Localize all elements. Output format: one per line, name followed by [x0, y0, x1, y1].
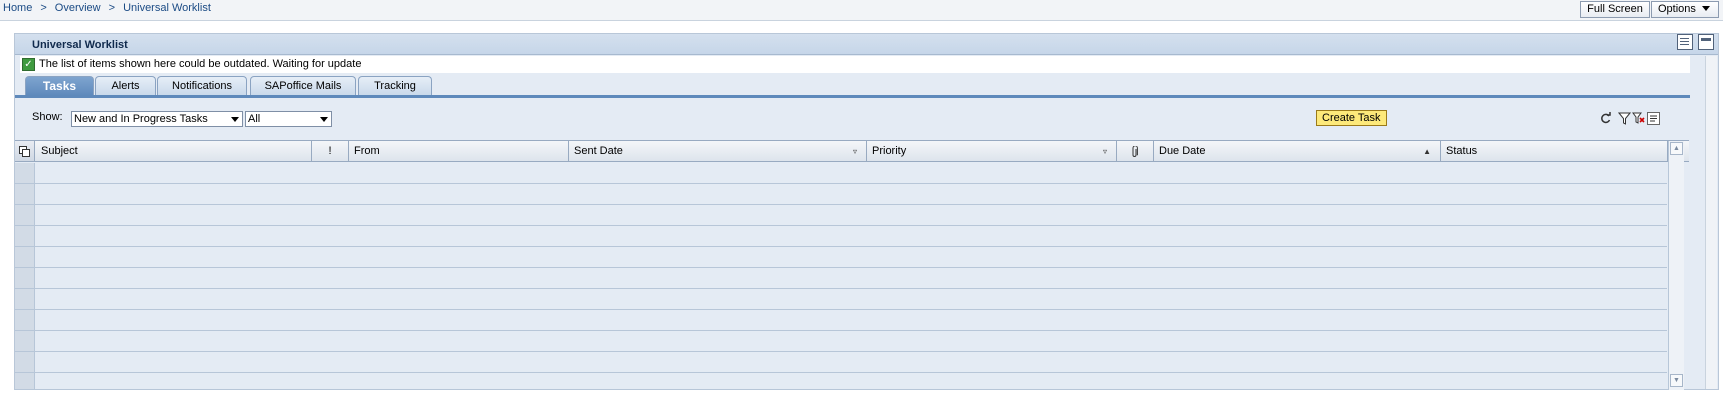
- table-row[interactable]: [15, 373, 1667, 390]
- options-button[interactable]: Options: [1651, 1, 1719, 18]
- table-header: Subject ! From Sent Date ▿ Priority ▿ Due …: [15, 141, 1689, 162]
- breadcrumb: Home > Overview > Universal Worklist: [3, 2, 211, 14]
- column-label: Sent Date: [574, 145, 623, 157]
- settings-icon[interactable]: [1647, 112, 1660, 125]
- column-header-importance[interactable]: !: [312, 141, 349, 161]
- table-row[interactable]: [15, 352, 1667, 373]
- options-label: Options: [1658, 3, 1696, 15]
- column-header-from[interactable]: From: [349, 141, 569, 161]
- column-label: From: [354, 145, 380, 157]
- column-label: Subject: [41, 145, 78, 157]
- row-selector[interactable]: [15, 268, 35, 288]
- row-selector[interactable]: [15, 226, 35, 246]
- column-filter-icon[interactable]: ▿: [1103, 148, 1107, 156]
- tab-tasks[interactable]: Tasks: [25, 76, 94, 96]
- sort-ascending-icon[interactable]: ▲: [1423, 148, 1431, 156]
- scope-value: All: [248, 113, 261, 125]
- scope-select[interactable]: All: [245, 111, 332, 127]
- breadcrumb-separator: >: [108, 2, 116, 14]
- table-row[interactable]: [15, 163, 1667, 184]
- outdated-notice-text: The list of items shown here could be ou…: [39, 58, 362, 70]
- table-row[interactable]: [15, 310, 1667, 331]
- outdated-notice: ✓ The list of items shown here could be …: [20, 56, 1690, 73]
- breadcrumb-home[interactable]: Home: [3, 2, 32, 14]
- worklist-toolbar: Show: New and In Progress Tasks All Crea…: [15, 98, 1690, 140]
- select-all-icon[interactable]: [15, 141, 35, 161]
- row-selector[interactable]: [15, 373, 35, 389]
- scroll-down-icon[interactable]: ▼: [1670, 374, 1683, 387]
- column-header-subject[interactable]: Subject: [36, 141, 312, 161]
- refresh-icon[interactable]: [1599, 112, 1612, 125]
- checkmark-icon: ✓: [22, 58, 35, 71]
- worklist-table: Subject ! From Sent Date ▿ Priority ▿ Due …: [15, 140, 1689, 390]
- scroll-up-icon[interactable]: ▲: [1670, 142, 1683, 155]
- chevron-down-icon: [320, 117, 328, 122]
- panel-header: Universal Worklist: [15, 34, 1718, 55]
- minimize-icon[interactable]: [1698, 34, 1714, 50]
- task-filter-select[interactable]: New and In Progress Tasks: [71, 111, 243, 127]
- breadcrumb-separator: >: [40, 2, 47, 14]
- table-row[interactable]: [15, 289, 1667, 310]
- create-task-button[interactable]: Create Task: [1316, 110, 1387, 126]
- table-row[interactable]: [15, 247, 1667, 268]
- full-screen-button[interactable]: Full Screen: [1580, 1, 1650, 18]
- chevron-down-icon: [231, 117, 239, 122]
- tab-sapoffice-mails[interactable]: SAPoffice Mails: [250, 76, 356, 96]
- breadcrumb-overview[interactable]: Overview: [55, 2, 101, 14]
- chevron-down-icon: [1701, 6, 1710, 11]
- table-row[interactable]: [15, 331, 1667, 352]
- row-selector[interactable]: [15, 289, 35, 309]
- remove-filter-icon[interactable]: [1632, 112, 1645, 125]
- column-header-priority[interactable]: Priority ▿: [867, 141, 1117, 161]
- column-header-sent-date[interactable]: Sent Date ▿: [569, 141, 867, 161]
- universal-worklist-panel: Universal Worklist ✓ The list of items s…: [14, 33, 1719, 390]
- column-header-attachment[interactable]: [1117, 141, 1154, 161]
- panel-scrollbar[interactable]: [1705, 56, 1717, 389]
- row-selector[interactable]: [15, 310, 35, 330]
- column-label: Due Date: [1159, 145, 1206, 157]
- filter-icon[interactable]: [1617, 112, 1632, 125]
- row-selector[interactable]: [15, 205, 35, 225]
- paperclip-icon: [1130, 145, 1139, 165]
- personalize-icon[interactable]: [1677, 34, 1693, 50]
- table-row[interactable]: [15, 205, 1667, 226]
- row-selector[interactable]: [15, 352, 35, 372]
- row-selector[interactable]: [15, 163, 35, 183]
- table-row[interactable]: [15, 268, 1667, 289]
- column-label: Status: [1446, 145, 1478, 157]
- column-label: !: [328, 145, 332, 157]
- table-row[interactable]: [15, 226, 1667, 247]
- breadcrumb-current: Universal Worklist: [123, 2, 211, 14]
- tab-tracking[interactable]: Tracking: [358, 76, 432, 96]
- row-selector[interactable]: [15, 184, 35, 204]
- column-label: Priority: [872, 145, 907, 157]
- row-selector[interactable]: [15, 331, 35, 351]
- show-label: Show:: [32, 111, 63, 123]
- top-bar: Home > Overview > Universal Worklist Full Sc…: [0, 0, 1723, 21]
- column-header-due-date[interactable]: Due Date ▲: [1154, 141, 1441, 161]
- row-selector[interactable]: [15, 247, 35, 267]
- column-filter-icon[interactable]: ▿: [853, 148, 857, 156]
- panel-title: Universal Worklist: [32, 39, 128, 51]
- task-filter-value: New and In Progress Tasks: [74, 113, 208, 125]
- tab-notifications[interactable]: Notifications: [157, 76, 247, 96]
- tab-alerts[interactable]: Alerts: [95, 76, 156, 96]
- column-header-status[interactable]: Status: [1441, 141, 1668, 161]
- table-scrollbar[interactable]: ▲ ▼: [1668, 141, 1684, 390]
- table-row[interactable]: [15, 184, 1667, 205]
